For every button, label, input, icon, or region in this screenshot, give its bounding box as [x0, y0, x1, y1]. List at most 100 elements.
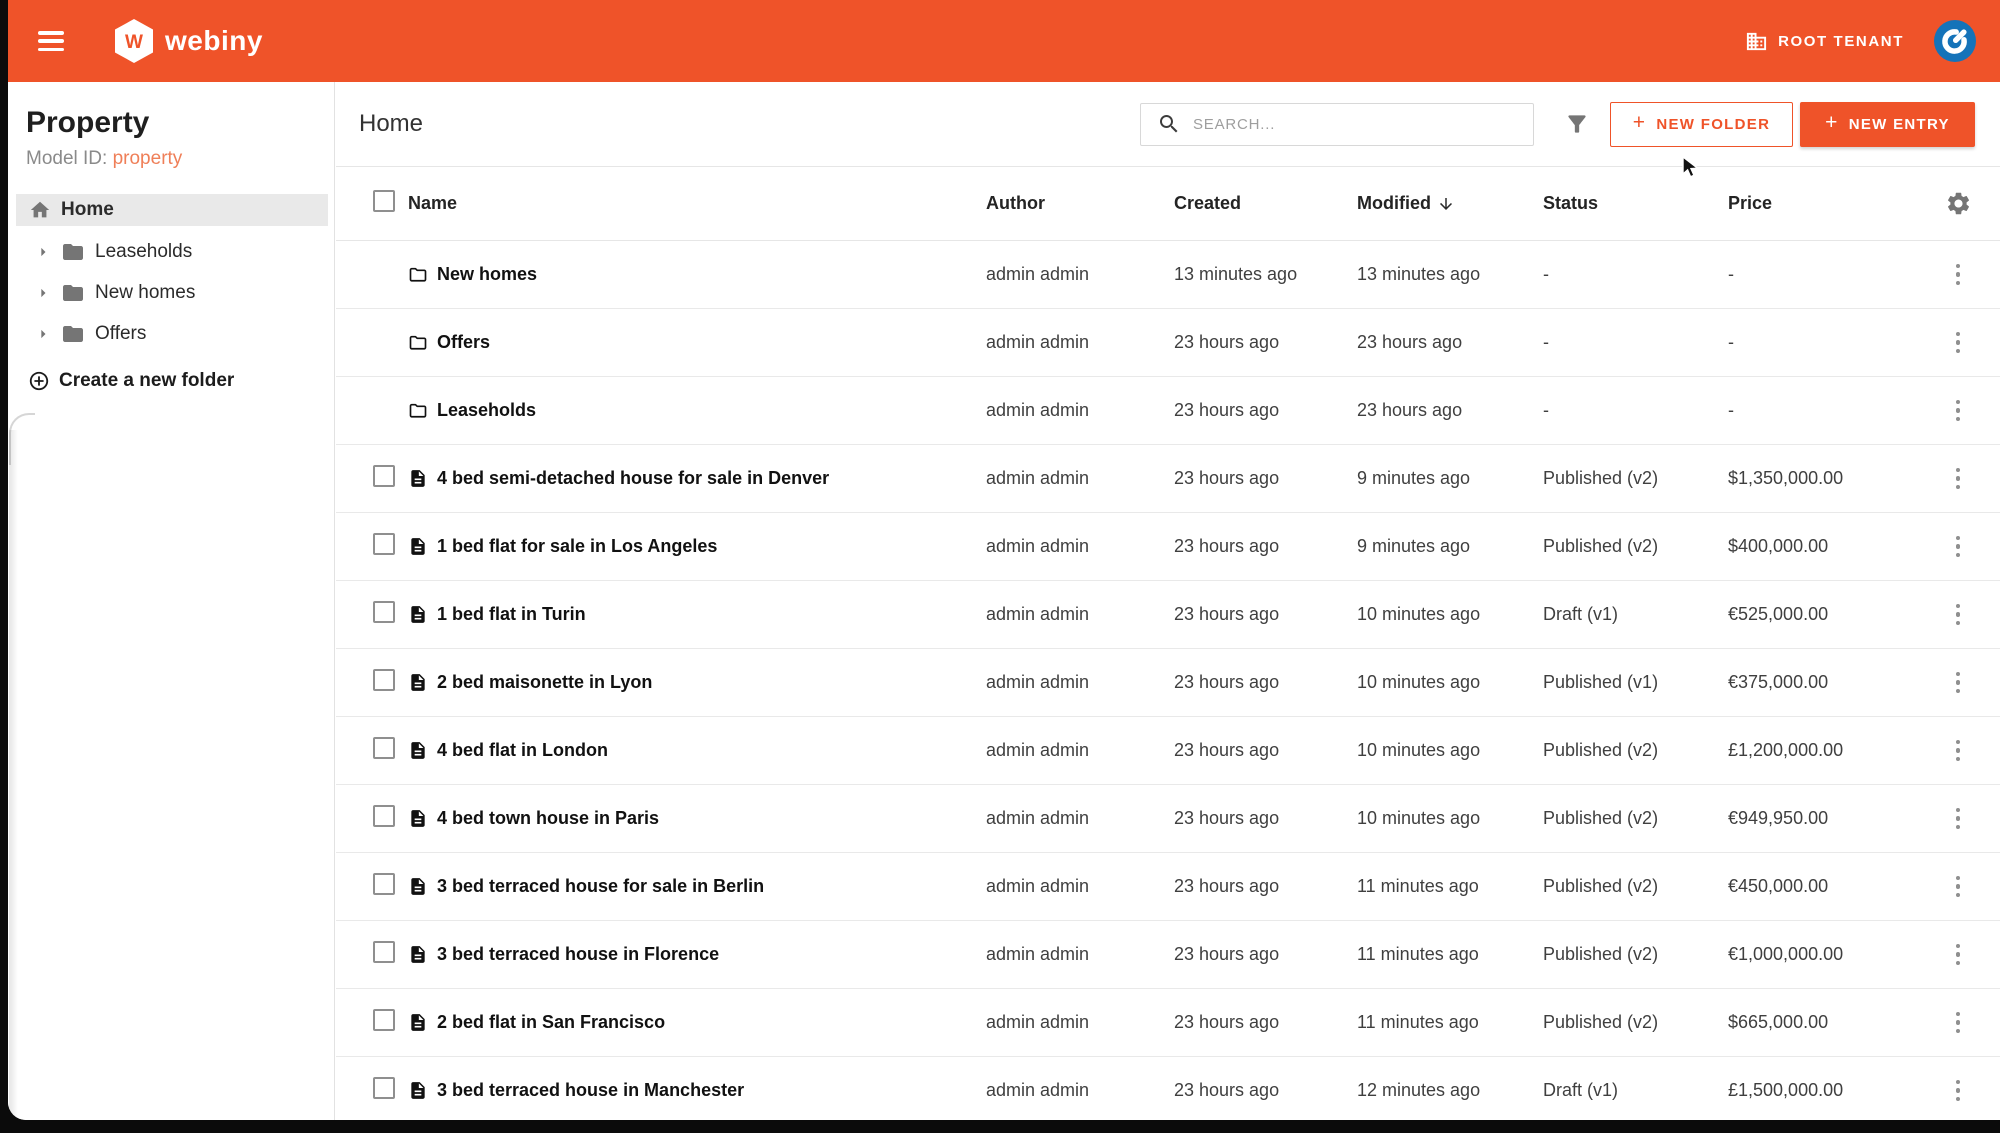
row-menu-button[interactable]: [1950, 326, 1967, 360]
row-status: Published (v2): [1543, 876, 1728, 897]
row-price: $1,350,000.00: [1728, 468, 1916, 489]
table-row[interactable]: Leaseholds admin admin 23 hours ago 23 h…: [336, 377, 2000, 445]
hamburger-menu-icon[interactable]: [38, 31, 64, 51]
row-menu-button[interactable]: [1950, 1074, 1967, 1108]
brand-name: webiny: [165, 25, 263, 57]
row-created: 23 hours ago: [1174, 876, 1357, 897]
row-status: Published (v2): [1543, 468, 1728, 489]
row-name: Offers: [437, 332, 490, 353]
table-row[interactable]: 2 bed flat in San Francisco admin admin …: [336, 989, 2000, 1057]
row-author: admin admin: [986, 740, 1174, 761]
model-id: Model ID: property: [26, 148, 334, 170]
table-row[interactable]: 3 bed terraced house in Florence admin a…: [336, 921, 2000, 989]
table-row[interactable]: 3 bed terraced house in Manchester admin…: [336, 1057, 2000, 1120]
caret-right-icon[interactable]: [33, 242, 53, 262]
row-checkbox[interactable]: [373, 1009, 395, 1031]
table-row[interactable]: 4 bed semi-detached house for sale in De…: [336, 445, 2000, 513]
create-folder-button[interactable]: Create a new folder: [28, 370, 334, 392]
table-row[interactable]: 2 bed maisonette in Lyon admin admin 23 …: [336, 649, 2000, 717]
tree-folder-label: Leaseholds: [95, 241, 192, 263]
row-checkbox[interactable]: [373, 465, 395, 487]
caret-right-icon[interactable]: [33, 324, 53, 344]
tenant-selector[interactable]: ROOT TENANT: [1745, 30, 1904, 53]
model-id-link[interactable]: property: [113, 148, 183, 169]
row-author: admin admin: [986, 264, 1174, 285]
row-checkbox[interactable]: [373, 601, 395, 623]
folder-icon: [61, 322, 85, 346]
table-row[interactable]: 1 bed flat in Turin admin admin 23 hours…: [336, 581, 2000, 649]
breadcrumb: Home: [359, 110, 423, 138]
row-created: 23 hours ago: [1174, 604, 1357, 625]
row-checkbox[interactable]: [373, 873, 395, 895]
search-icon: [1157, 112, 1181, 136]
folder-icon: [61, 281, 85, 305]
row-menu-button[interactable]: [1950, 1006, 1967, 1040]
tree-item-offers[interactable]: Offers: [8, 319, 334, 349]
row-price: £1,200,000.00: [1728, 740, 1916, 761]
row-menu-button[interactable]: [1950, 462, 1967, 496]
row-menu-button[interactable]: [1950, 802, 1967, 836]
row-created: 23 hours ago: [1174, 468, 1357, 489]
row-menu-button[interactable]: [1950, 870, 1967, 904]
tree-item-new-homes[interactable]: New homes: [8, 278, 334, 308]
filter-icon[interactable]: [1564, 111, 1590, 137]
column-author[interactable]: Author: [986, 193, 1174, 214]
table-row[interactable]: Offers admin admin 23 hours ago 23 hours…: [336, 309, 2000, 377]
row-checkbox[interactable]: [373, 1077, 395, 1099]
column-price[interactable]: Price: [1728, 193, 1916, 214]
document-icon: [408, 1012, 428, 1033]
tree-item-leaseholds[interactable]: Leaseholds: [8, 237, 334, 267]
table-row[interactable]: 4 bed flat in London admin admin 23 hour…: [336, 717, 2000, 785]
tree-item-home[interactable]: Home: [16, 194, 328, 226]
row-checkbox[interactable]: [373, 805, 395, 827]
row-menu-button[interactable]: [1950, 394, 1967, 428]
row-menu-button[interactable]: [1950, 734, 1967, 768]
search-box: [1140, 103, 1534, 146]
row-modified: 11 minutes ago: [1357, 944, 1543, 965]
row-author: admin admin: [986, 1080, 1174, 1101]
row-menu-button[interactable]: [1950, 258, 1967, 292]
webiny-hexagon-icon: W: [112, 18, 156, 64]
document-icon: [408, 1080, 428, 1101]
row-modified: 23 hours ago: [1357, 332, 1543, 353]
row-created: 23 hours ago: [1174, 740, 1357, 761]
row-checkbox[interactable]: [373, 669, 395, 691]
table-row[interactable]: 3 bed terraced house for sale in Berlin …: [336, 853, 2000, 921]
row-checkbox[interactable]: [373, 737, 395, 759]
row-menu-button[interactable]: [1950, 530, 1967, 564]
row-menu-button[interactable]: [1950, 598, 1967, 632]
row-menu-button[interactable]: [1950, 666, 1967, 700]
document-icon: [408, 740, 428, 761]
row-author: admin admin: [986, 604, 1174, 625]
row-status: Published (v2): [1543, 1012, 1728, 1033]
new-folder-button[interactable]: + NEW FOLDER: [1610, 102, 1793, 147]
new-entry-button[interactable]: + NEW ENTRY: [1800, 102, 1975, 147]
folder-icon: [408, 400, 428, 421]
svg-text:W: W: [125, 32, 143, 53]
row-menu-button[interactable]: [1950, 938, 1967, 972]
row-name: 3 bed terraced house for sale in Berlin: [437, 876, 764, 897]
row-checkbox[interactable]: [373, 533, 395, 555]
row-modified: 10 minutes ago: [1357, 672, 1543, 693]
column-created[interactable]: Created: [1174, 193, 1357, 214]
table-settings-gear-icon[interactable]: [1945, 190, 1972, 217]
row-checkbox[interactable]: [373, 941, 395, 963]
column-status[interactable]: Status: [1543, 193, 1728, 214]
document-icon: [408, 604, 428, 625]
column-modified[interactable]: Modified: [1357, 193, 1543, 214]
table-body: New homes admin admin 13 minutes ago 13 …: [336, 241, 2000, 1120]
caret-right-icon[interactable]: [33, 283, 53, 303]
table-row[interactable]: New homes admin admin 13 minutes ago 13 …: [336, 241, 2000, 309]
select-all-checkbox[interactable]: [373, 190, 395, 212]
row-created: 23 hours ago: [1174, 332, 1357, 353]
row-price: €949,950.00: [1728, 808, 1916, 829]
column-name[interactable]: Name: [408, 193, 986, 214]
folder-icon: [61, 240, 85, 264]
search-input[interactable]: [1193, 116, 1533, 133]
row-price: €1,000,000.00: [1728, 944, 1916, 965]
webiny-logo: W webiny: [112, 18, 263, 64]
document-icon: [408, 672, 428, 693]
table-row[interactable]: 4 bed town house in Paris admin admin 23…: [336, 785, 2000, 853]
user-avatar[interactable]: [1934, 20, 1976, 62]
table-row[interactable]: 1 bed flat for sale in Los Angeles admin…: [336, 513, 2000, 581]
